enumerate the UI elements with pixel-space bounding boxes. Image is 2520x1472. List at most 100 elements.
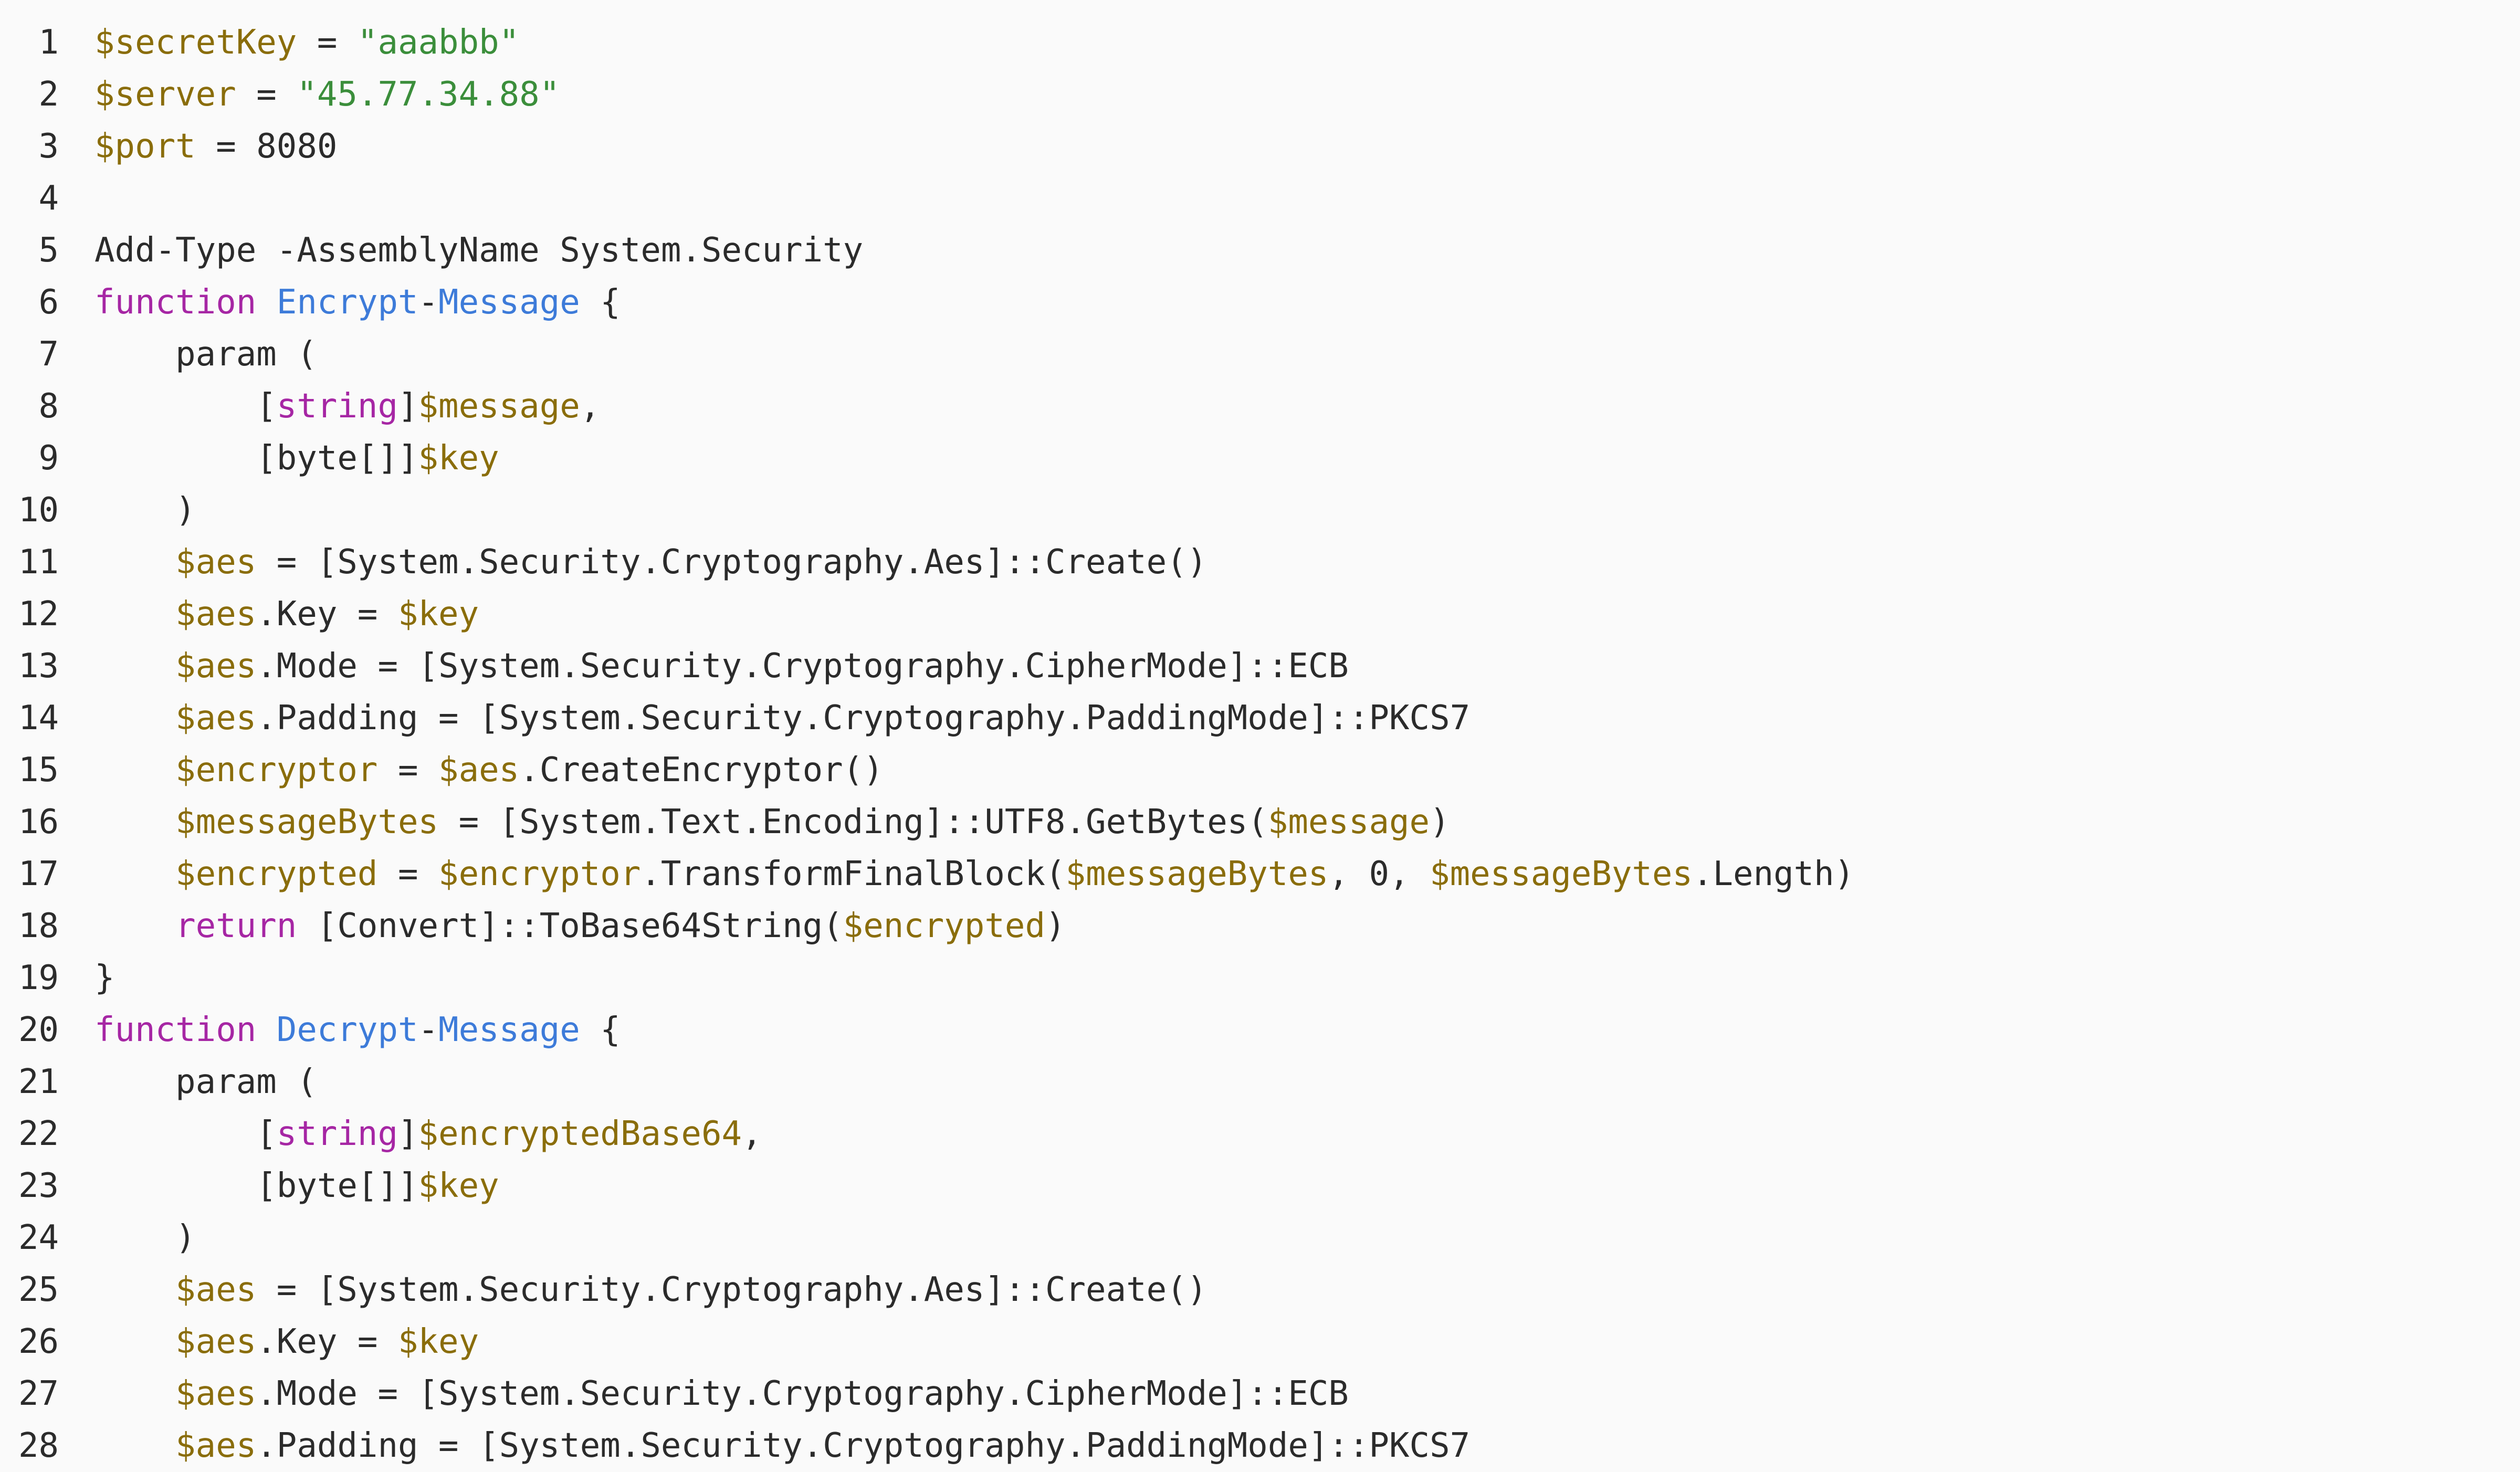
code-token: $aes [175, 699, 257, 738]
code-text: param ( [94, 329, 317, 381]
code-text: $aes.Mode = [System.Security.Cryptograph… [94, 640, 1349, 692]
code-line[interactable]: 7 param ( [0, 329, 2520, 381]
code-token: = [System.Security.Cryptography.Aes]::Cr… [256, 1270, 1208, 1309]
code-token: $message [1267, 803, 1430, 842]
code-token: $encryptor [438, 855, 641, 893]
code-token: { [580, 283, 621, 322]
line-number: 10 [18, 491, 59, 530]
code-line[interactable]: 1 $secretKey = "aaabbb" [0, 17, 2520, 69]
code-token: $key [418, 439, 499, 478]
code-text: [byte[]]$key [94, 1160, 499, 1212]
code-text: $encryptor = $aes.CreateEncryptor() [94, 744, 884, 796]
code-token: $encrypted [843, 907, 1045, 945]
code-token: function [94, 283, 257, 322]
code-token: - [418, 283, 439, 322]
code-text: [byte[]]$key [94, 433, 499, 485]
code-text: ) [94, 1212, 196, 1264]
line-number: 16 [18, 803, 59, 842]
line-number: 13 [18, 647, 59, 686]
code-line[interactable]: 5 Add-Type -AssemblyName System.Security [0, 225, 2520, 277]
code-line[interactable]: 11 $aes = [System.Security.Cryptography.… [0, 537, 2520, 588]
code-line[interactable]: 2 $server = "45.77.34.88" [0, 69, 2520, 121]
code-token: .Padding = [System.Security.Cryptography… [256, 1426, 1471, 1465]
line-number: 4 [38, 179, 59, 218]
code-line[interactable]: 17 $encrypted = $encryptor.TransformFina… [0, 848, 2520, 900]
line-number: 15 [18, 751, 59, 790]
code-line[interactable]: 22 [string]$encryptedBase64, [0, 1108, 2520, 1160]
code-text: $port = 8080 [94, 121, 337, 173]
code-line[interactable]: 8 [string]$message, [0, 381, 2520, 433]
line-number: 28 [18, 1426, 59, 1465]
code-text: $aes.Mode = [System.Security.Cryptograph… [94, 1368, 1349, 1420]
code-token: $aes [175, 1270, 257, 1309]
code-token: = 8080 [195, 127, 338, 166]
code-token: [ [94, 1114, 277, 1153]
line-number: 26 [18, 1322, 59, 1361]
code-text: return [Convert]::ToBase64String($encryp… [94, 900, 1066, 952]
code-token: { [580, 1011, 621, 1049]
code-line[interactable]: 13 $aes.Mode = [System.Security.Cryptogr… [0, 640, 2520, 692]
code-token: ) [1045, 907, 1066, 945]
code-text: $aes.Padding = [System.Security.Cryptogr… [94, 692, 1470, 744]
code-token: ] [397, 387, 418, 426]
line-number: 24 [18, 1218, 59, 1257]
code-line[interactable]: 10 ) [0, 485, 2520, 537]
code-token: , [580, 387, 601, 426]
code-line[interactable]: 15 $encryptor = $aes.CreateEncryptor() [0, 744, 2520, 796]
code-token: $messageBytes [175, 803, 439, 842]
code-line[interactable]: 28 $aes.Padding = [System.Security.Crypt… [0, 1420, 2520, 1472]
code-text: param ( [94, 1056, 317, 1108]
code-line[interactable]: 18 return [Convert]::ToBase64String($enc… [0, 900, 2520, 952]
code-text: function Decrypt-Message { [94, 1004, 621, 1056]
line-number: 20 [18, 1011, 59, 1049]
code-line[interactable]: 25 $aes = [System.Security.Cryptography.… [0, 1264, 2520, 1316]
line-number: 2 [38, 75, 59, 114]
code-line[interactable]: 14 $aes.Padding = [System.Security.Crypt… [0, 692, 2520, 744]
code-token: .Mode = [System.Security.Cryptography.Ci… [256, 647, 1349, 686]
code-token: $key [397, 595, 479, 634]
code-line[interactable]: 19} [0, 952, 2520, 1004]
code-line[interactable]: 9 [byte[]]$key [0, 433, 2520, 485]
code-token: $key [397, 1322, 479, 1361]
code-line[interactable]: 3 $port = 8080 [0, 121, 2520, 173]
code-line[interactable]: 4 [0, 173, 2520, 225]
code-token: $encryptor [175, 751, 378, 790]
code-text: Add-Type -AssemblyName System.Security [94, 225, 863, 277]
code-token: ) [94, 491, 196, 530]
code-text: $server = "45.77.34.88" [94, 69, 560, 121]
code-text: $aes.Key = $key [94, 588, 479, 640]
code-token: $key [418, 1166, 499, 1205]
code-line[interactable]: 23 [byte[]]$key [0, 1160, 2520, 1212]
line-number: 1 [38, 23, 59, 62]
code-token: $secretKey [94, 23, 297, 62]
code-token: $aes [175, 595, 257, 634]
line-number: 6 [38, 283, 59, 322]
code-line[interactable]: 20 function Decrypt-Message { [0, 1004, 2520, 1056]
code-line[interactable]: 27 $aes.Mode = [System.Security.Cryptogr… [0, 1368, 2520, 1420]
line-number: 11 [18, 543, 59, 582]
code-token: Message [438, 1011, 580, 1049]
line-number: 21 [18, 1063, 59, 1101]
code-token: return [175, 907, 297, 945]
code-line[interactable]: 16 $messageBytes = [System.Text.Encoding… [0, 796, 2520, 848]
code-editor[interactable]: 1 $secretKey = "aaabbb" 2 $server = "45.77.… [0, 0, 2520, 1470]
code-token: [ [94, 387, 277, 426]
code-line[interactable]: 21 param ( [0, 1056, 2520, 1108]
code-line[interactable]: 6 function Encrypt-Message { [0, 277, 2520, 329]
code-line[interactable]: 12 $aes.Key = $key [0, 588, 2520, 640]
code-text: function Encrypt-Message { [94, 277, 621, 329]
code-line[interactable]: 26 $aes.Key = $key [0, 1316, 2520, 1368]
code-text: } [94, 952, 115, 1004]
code-line[interactable]: 24 ) [0, 1212, 2520, 1264]
code-token: .Mode = [System.Security.Cryptography.Ci… [256, 1374, 1349, 1413]
